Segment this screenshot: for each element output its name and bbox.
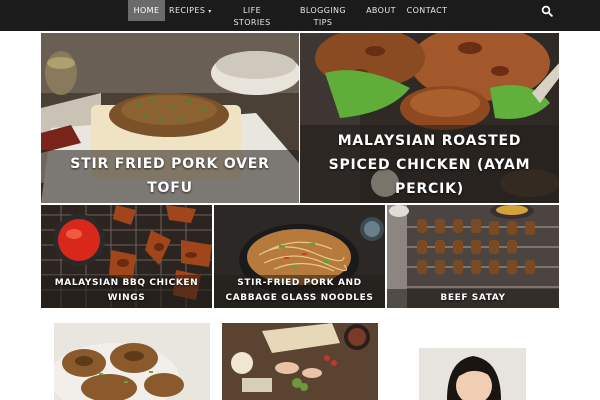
post-title-line2: WINGS [107, 293, 146, 303]
post-beef-satay[interactable]: BEEF SATAY [387, 205, 559, 308]
nav-item-recipes[interactable]: Recipes ▾ [169, 6, 213, 17]
nav-item-recipes-label: Recipes [169, 6, 206, 15]
roast-chicken-photo [54, 323, 210, 400]
post-stir-fried-pork-cabbage-glass-noodles[interactable]: STIR-FRIED PORK AND CABBAGE GLASS NOODLE… [214, 205, 385, 308]
featured-post-title: MALAYSIAN ROASTED SPICED CHICKEN (AYAM P… [300, 129, 559, 201]
nav-item-blogging-tips[interactable]: Blogging Tips [296, 6, 350, 28]
author-photo [419, 348, 526, 400]
nav-item-about[interactable]: About [362, 6, 400, 16]
nav-item-home-label: Home [133, 6, 160, 15]
grazing-board-photo [222, 323, 378, 400]
featured-post-title-line2: SPICED CHICKEN (AYAM [328, 157, 531, 173]
nav-item-blogging-tips-label-line1: Blogging [299, 6, 347, 15]
post-thumbnail-grazing-board[interactable] [222, 323, 378, 400]
featured-post-stir-fried-pork-over-tofu[interactable]: STIR FRIED PORK OVER TOFU [41, 33, 299, 203]
nav-item-contact-label: Contact [406, 6, 448, 15]
post-title-line1: MALAYSIAN BBQ CHICKEN [54, 278, 199, 288]
post-title-line1: BEEF SATAY [440, 293, 506, 303]
post-title: STIR-FRIED PORK AND CABBAGE GLASS NOODLE… [214, 276, 385, 306]
top-navigation-bar: Home Recipes ▾ Life Stories Blogging Tip… [0, 0, 600, 31]
featured-post-title-line1: MALAYSIAN ROASTED [337, 133, 522, 149]
post-malaysian-bbq-chicken-wings[interactable]: MALAYSIAN BBQ CHICKEN WINGS [41, 205, 212, 308]
nav-item-life-stories-label-line1: Life [242, 6, 262, 15]
post-title: BEEF SATAY [387, 291, 559, 306]
chevron-down-icon: ▾ [208, 8, 212, 15]
featured-post-title-line2: TOFU [147, 180, 193, 196]
featured-post-title-line1: STIR FRIED PORK OVER [70, 156, 270, 172]
author-avatar[interactable] [419, 348, 526, 400]
post-thumbnail-roast-chicken[interactable] [54, 323, 210, 400]
search-icon[interactable] [541, 5, 553, 17]
nav-item-life-stories-label-line2: Stories [233, 18, 271, 27]
nav-item-about-label: About [366, 6, 396, 15]
nav-item-life-stories[interactable]: Life Stories [228, 6, 276, 28]
nav-item-blogging-tips-label-line2: Tips [313, 18, 333, 27]
nav-item-home[interactable]: Home [128, 0, 165, 21]
nav-item-contact[interactable]: Contact [404, 6, 450, 16]
post-title: MALAYSIAN BBQ CHICKEN WINGS [41, 276, 212, 306]
featured-post-title: STIR FRIED PORK OVER TOFU [41, 152, 299, 200]
post-title-line1: STIR-FRIED PORK AND [237, 278, 362, 288]
featured-post-malaysian-roasted-spiced-chicken[interactable]: MALAYSIAN ROASTED SPICED CHICKEN (AYAM P… [300, 33, 559, 203]
featured-post-title-line3: PERCIK) [395, 181, 464, 197]
post-title-line2: CABBAGE GLASS NOODLES [225, 293, 374, 303]
